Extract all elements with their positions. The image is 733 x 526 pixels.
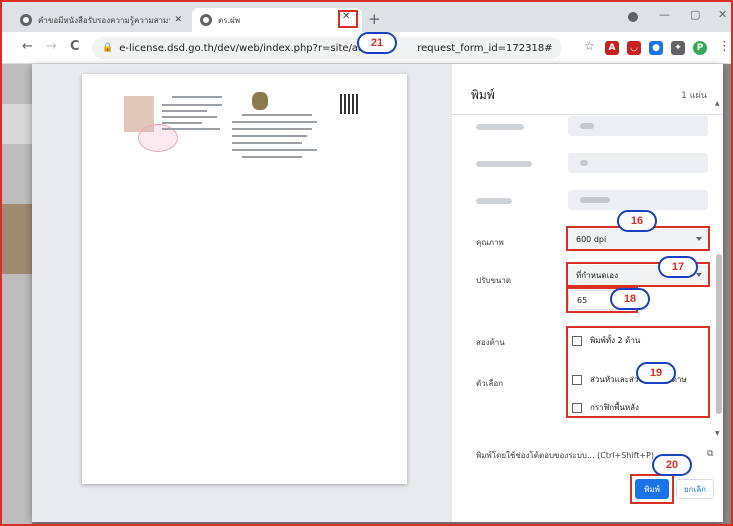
globe-icon <box>20 14 32 26</box>
print-title: พิมพ์ <box>471 88 495 102</box>
system-dialog-link[interactable]: พิมพ์โดยใช้ช่องโต้ตอบของระบบ... (Ctrl+Sh… <box>476 449 654 462</box>
background-graphics-checkbox[interactable] <box>572 402 582 413</box>
address-suffix: request_form_id=172318# <box>417 42 553 54</box>
two-sided-checkbox-row[interactable]: พิมพ์ทั้ง 2 ด้าน <box>572 334 640 347</box>
print-preview-page <box>82 74 407 484</box>
tab-strip: คำขอมีหนังสือรับรองความรู้ความสามารถ ✕ ต… <box>2 2 731 32</box>
blurred-value <box>580 123 594 129</box>
header-divider <box>452 114 723 115</box>
certificate-text-line <box>162 110 207 112</box>
pdf-extension-icon[interactable]: A <box>605 41 619 55</box>
background-block <box>2 104 32 144</box>
certificate-qr-code <box>340 94 360 114</box>
profile-avatar[interactable]: P <box>693 41 707 55</box>
screenshot-frame: คำขอมีหนังสือรับรองความรู้ความสามารถ ✕ ต… <box>0 0 733 526</box>
blurred-label <box>476 161 532 167</box>
certificate-text-line <box>162 128 220 130</box>
blurred-select[interactable] <box>568 153 708 173</box>
callout-step-19: 19 <box>636 362 676 384</box>
background-graphics-option: กราฟิกพื้นหลัง <box>590 403 639 412</box>
background-photo <box>2 204 32 274</box>
tab-close-icon[interactable]: ✕ <box>174 15 182 25</box>
tab-title: คำขอมีหนังสือรับรองความรู้ความสามารถ <box>38 15 171 25</box>
callout-step-20: 20 <box>652 454 692 476</box>
close-window-button[interactable]: ✕ <box>718 8 727 21</box>
back-button[interactable]: ← <box>22 39 33 54</box>
sheet-count: 1 แผ่น <box>681 91 707 101</box>
external-link-icon[interactable]: ⧉ <box>707 449 713 459</box>
address-text: e-license.dsd.go.th/dev/web/index.php?r=… <box>119 42 384 54</box>
callout-step-18: 18 <box>610 288 650 310</box>
blurred-value <box>580 160 588 166</box>
scroll-down-arrow-icon[interactable]: ▼ <box>715 430 720 437</box>
scroll-up-arrow-icon[interactable]: ▲ <box>715 100 720 107</box>
quality-label: คุณภาพ <box>476 238 504 247</box>
two-sided-option: พิมพ์ทั้ง 2 ด้าน <box>590 336 641 345</box>
pocket-extension-icon[interactable]: ◡ <box>627 41 641 55</box>
minimize-button[interactable]: — <box>659 8 670 21</box>
two-sided-checkbox[interactable] <box>572 335 582 346</box>
certificate-text-line <box>232 135 307 137</box>
certificate-text-line <box>162 122 202 124</box>
star-icon[interactable]: ☆ <box>584 39 595 53</box>
certificate-text-line <box>232 121 317 123</box>
print-button-highlight <box>630 474 674 504</box>
reload-button[interactable]: C <box>70 39 80 54</box>
certificate-text-line <box>242 156 302 158</box>
globe-icon <box>200 14 212 26</box>
background-left-strip <box>2 64 32 524</box>
puzzle-extensions-icon[interactable]: ✦ <box>671 41 685 55</box>
maximize-button[interactable]: ▢ <box>690 8 700 21</box>
new-tab-button[interactable]: + <box>368 10 381 28</box>
callout-step-16: 16 <box>617 210 657 232</box>
blurred-label <box>476 124 524 130</box>
address-bar[interactable]: 🔒 e-license.dsd.go.th/dev/web/index.php?… <box>92 37 562 59</box>
certificate-text-line <box>162 104 222 106</box>
print-preview-area <box>32 64 452 522</box>
tab-active[interactable]: ตร.ฝพ <box>192 8 362 32</box>
tab-license-request[interactable]: คำขอมีหนังสือรับรองความรู้ความสามารถ ✕ <box>12 8 190 32</box>
certificate-text-line <box>172 96 222 98</box>
certificate-text-line <box>232 128 312 130</box>
callout-step-17: 17 <box>658 256 698 278</box>
blurred-value <box>580 197 610 203</box>
certificate-text-line <box>232 149 317 151</box>
tab-close-icon[interactable]: ✕ <box>342 11 350 22</box>
certificate-text-line <box>162 116 217 118</box>
callout-step-21: 21 <box>357 32 397 54</box>
settings-scrollbar[interactable] <box>716 254 722 414</box>
profile-dot-icon <box>628 12 638 22</box>
two-sided-label: สองด้าน <box>476 338 505 347</box>
blurred-label <box>476 198 512 204</box>
extension-icon[interactable]: ● <box>649 41 663 55</box>
scale-label: ปรับขนาด <box>476 276 512 285</box>
certificate-text-line <box>232 142 302 144</box>
lock-icon: 🔒 <box>102 43 114 53</box>
cancel-button[interactable]: ยกเลิก <box>676 479 714 499</box>
headers-footers-checkbox[interactable] <box>572 374 582 385</box>
menu-icon[interactable]: ⋮ <box>718 39 731 54</box>
background-graphics-checkbox-row[interactable]: กราฟิกพื้นหลัง <box>572 401 639 414</box>
certificate-seal <box>252 92 268 110</box>
certificate-text-line <box>242 114 312 116</box>
tab-title: ตร.ฝพ <box>218 15 240 25</box>
forward-button[interactable]: → <box>46 39 57 54</box>
options-label: ตัวเลือก <box>476 379 503 388</box>
